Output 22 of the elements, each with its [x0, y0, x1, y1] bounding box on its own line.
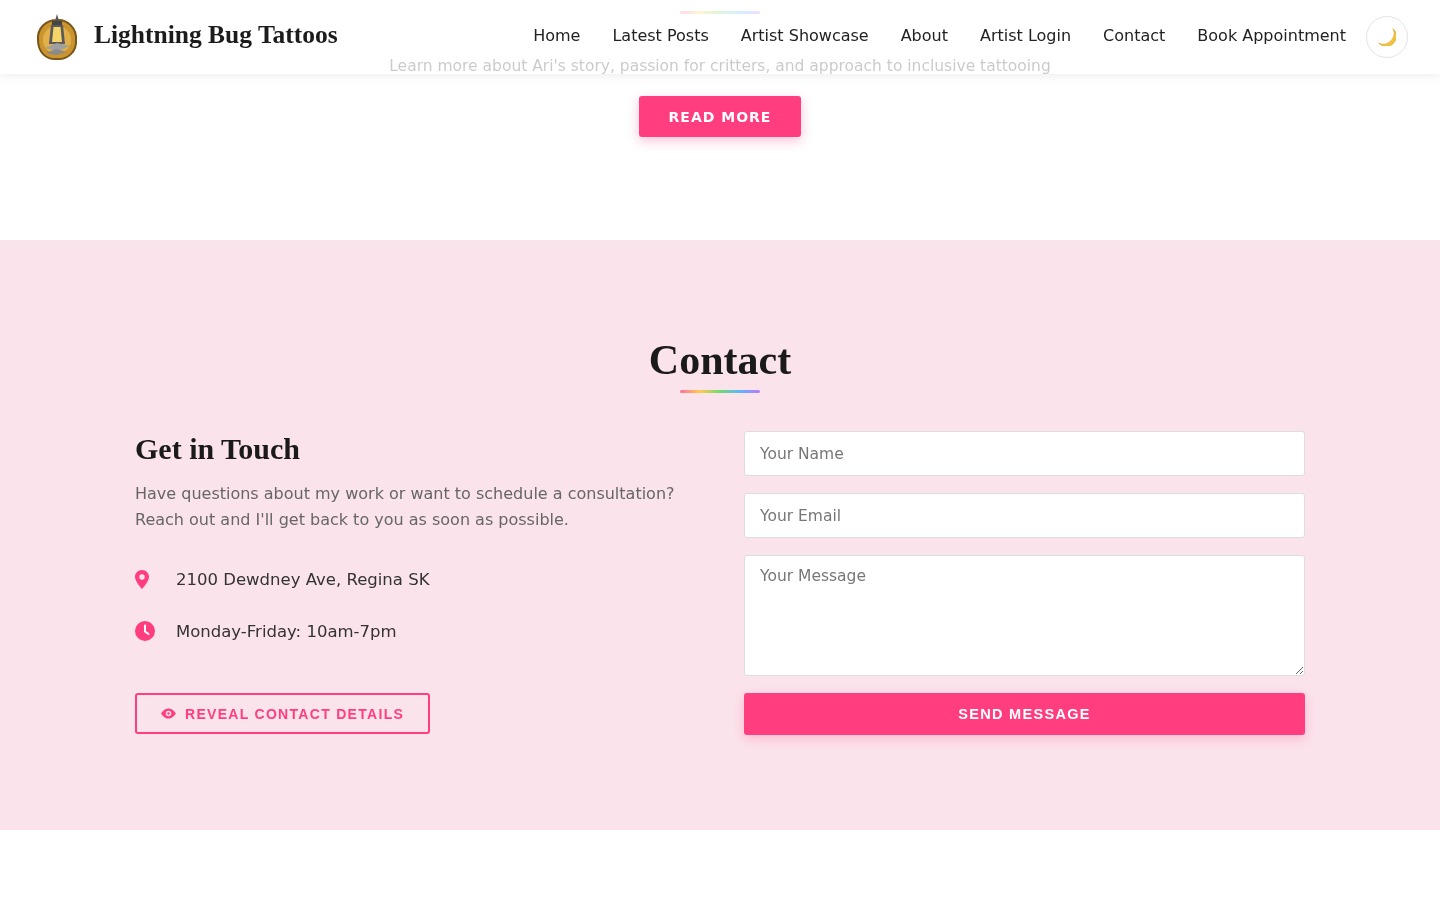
- nav-link[interactable]: Artist Login: [980, 26, 1072, 45]
- nav-link[interactable]: Home: [533, 26, 581, 45]
- clock-icon: [135, 621, 155, 641]
- lantern-logo-icon[interactable]: [36, 13, 78, 61]
- get-in-touch-heading: Get in Touch: [135, 431, 301, 467]
- site-brand[interactable]: Lightning Bug Tattoos: [94, 20, 338, 50]
- theme-toggle-button[interactable]: [1366, 16, 1408, 58]
- nav-link[interactable]: About: [900, 26, 948, 45]
- nav-link[interactable]: Artist Showcase: [740, 26, 869, 45]
- contact-info-text: 2100 Dewdney Ave, Regina SK: [176, 569, 430, 589]
- map-pin-icon: [135, 569, 149, 589]
- eye-icon: [161, 708, 176, 719]
- nav-link[interactable]: Book Appointment: [1197, 26, 1346, 45]
- moon-icon: [1378, 28, 1396, 46]
- contact-info-text: Monday-Friday: 10am-7pm: [176, 621, 397, 641]
- text-input-field[interactable]: Your Name: [744, 431, 1305, 476]
- nav-link[interactable]: Latest Posts: [612, 26, 709, 45]
- section-heading: Contact: [648, 336, 792, 385]
- nav-link[interactable]: Contact: [1103, 26, 1166, 45]
- text-input-field[interactable]: Your Email: [744, 493, 1305, 538]
- message-textarea[interactable]: Your Message: [744, 555, 1305, 676]
- intro-paragraph: Have questions about my work or want to schedule a consultation? Reach out and I'll get back to you as soon as possible.: [135, 483, 676, 531]
